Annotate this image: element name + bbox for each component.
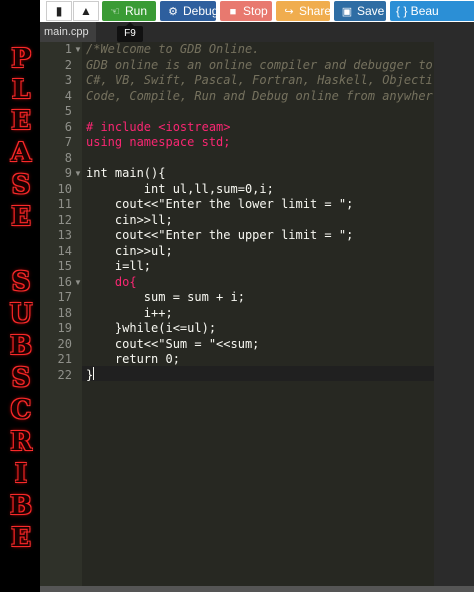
code-line: using namespace std; [86,135,231,149]
toolbar: ▮ ▲ ☜ Run ⚙ Debug ■ Stop ↪ Share ▣ Save { } B… [40,0,474,22]
code-line: GDB online is an online compiler and deb… [86,57,433,72]
line-number: 19 [57,321,72,335]
file-tab-bar: main.cpp [40,22,474,42]
code-line: do{ [86,274,137,289]
banner-letter: E [11,523,31,553]
banner-letter: L [11,75,31,105]
line-number: 1 [64,42,72,56]
code-line: i++; [86,305,173,320]
line-number: 15 [57,259,72,273]
line-number: 9 [64,166,72,180]
banner-letter: E [11,202,31,232]
banner-letter: S [11,267,31,297]
tab-main-cpp[interactable]: main.cpp [40,22,96,42]
banner-letter: A [10,138,32,168]
save-label: Save [357,4,385,18]
code-editor[interactable]: 1 2 3 4 5 6 7 8 9 10 11 12 13 14 15 16 1… [40,42,434,592]
banner-letter: S [11,363,31,393]
code-line: return 0; [86,352,180,366]
line-number: 3 [64,73,72,87]
line-number: 13 [57,228,72,242]
run-shortcut-tooltip: F9 [117,22,143,42]
code-line: sum = sum + i; [86,290,245,304]
code-line: cout<<"Enter the upper limit = "; [86,228,354,242]
stop-button[interactable]: ■ Stop [220,1,272,21]
code-line: }while(i<=ul); [86,321,217,335]
fold-arrow-icon[interactable]: ▼ [74,275,82,290]
bottom-scrollbar[interactable] [40,586,474,592]
code-line: int ul,ll,sum=0,i; [86,181,274,196]
line-number: 12 [57,212,72,227]
active-line-highlight [82,366,434,381]
line-number: 2 [64,57,72,72]
save-button[interactable]: ▣ Save [334,1,386,21]
line-number: 4 [64,88,72,103]
debug-label: Debug [183,4,219,18]
upload-icon: ▲ [80,4,92,18]
banner-letter: B [10,331,32,361]
line-number: 21 [57,352,72,366]
line-number: 22 [57,367,72,382]
save-icon: ▣ [341,6,353,18]
beautify-button[interactable]: { } Beau [390,1,474,21]
code-line: C#, VB, Swift, Pascal, Fortran, Haskell,… [86,73,433,87]
share-label: Share [299,4,332,18]
new-file-button[interactable]: ▮ [46,1,72,21]
line-number: 16 [57,274,72,289]
line-number: 20 [57,336,72,351]
line-number: 6 [64,119,72,134]
banner-letter: I [14,459,28,489]
code-line: cin>>ll; [86,212,173,227]
code-line: cin>>ul; [86,243,173,258]
banner-letter: E [11,106,31,136]
fold-arrow-icon[interactable]: ▼ [74,42,82,57]
code-line: cout<<"Sum = "<<sum; [86,336,260,351]
line-number: 11 [57,197,72,211]
file-icon: ▮ [55,4,63,18]
code-line: /*Welcome to GDB Online. [86,42,260,56]
subscribe-banner: P L E A S E S U B S C R I B E [0,0,42,592]
banner-letter: U [9,299,33,329]
code-line: i=ll; [86,259,152,273]
stop-label: Stop [243,4,268,18]
run-button[interactable]: ☜ Run [102,1,156,21]
code-line: # include <iostream> [86,119,231,134]
ide-window: ▮ ▲ ☜ Run ⚙ Debug ■ Stop ↪ Share ▣ Save { } B… [40,0,474,592]
upload-button[interactable]: ▲ [73,1,99,21]
line-number: 5 [64,104,72,118]
pointer-hand-icon: ☜ [110,6,120,18]
line-number: 8 [64,150,72,165]
line-number: 14 [57,243,72,258]
debug-button[interactable]: ⚙ Debug [160,1,219,21]
code-line: int main(){ [86,166,166,180]
fold-arrow-icon[interactable]: ▼ [74,166,82,181]
run-label: Run [125,4,148,18]
line-number: 18 [57,305,72,320]
banner-letter: C [10,395,32,425]
banner-letter: B [10,491,32,521]
code-line: cout<<"Enter the lower limit = "; [86,197,354,211]
code-line: } [86,367,94,382]
code-line: Code, Compile, Run and Debug online from… [86,88,433,103]
line-number: 7 [64,135,72,149]
beautify-label: { } Beau [396,4,439,18]
banner-letter: R [10,427,32,457]
stop-icon: ■ [229,6,237,18]
line-number: 10 [57,181,72,196]
banner-letter: P [11,44,31,74]
share-icon: ↪ [284,6,294,18]
banner-letter: S [11,170,31,200]
share-button[interactable]: ↪ Share [276,1,332,21]
line-number: 17 [57,290,72,304]
gear-icon: ⚙ [168,6,178,18]
